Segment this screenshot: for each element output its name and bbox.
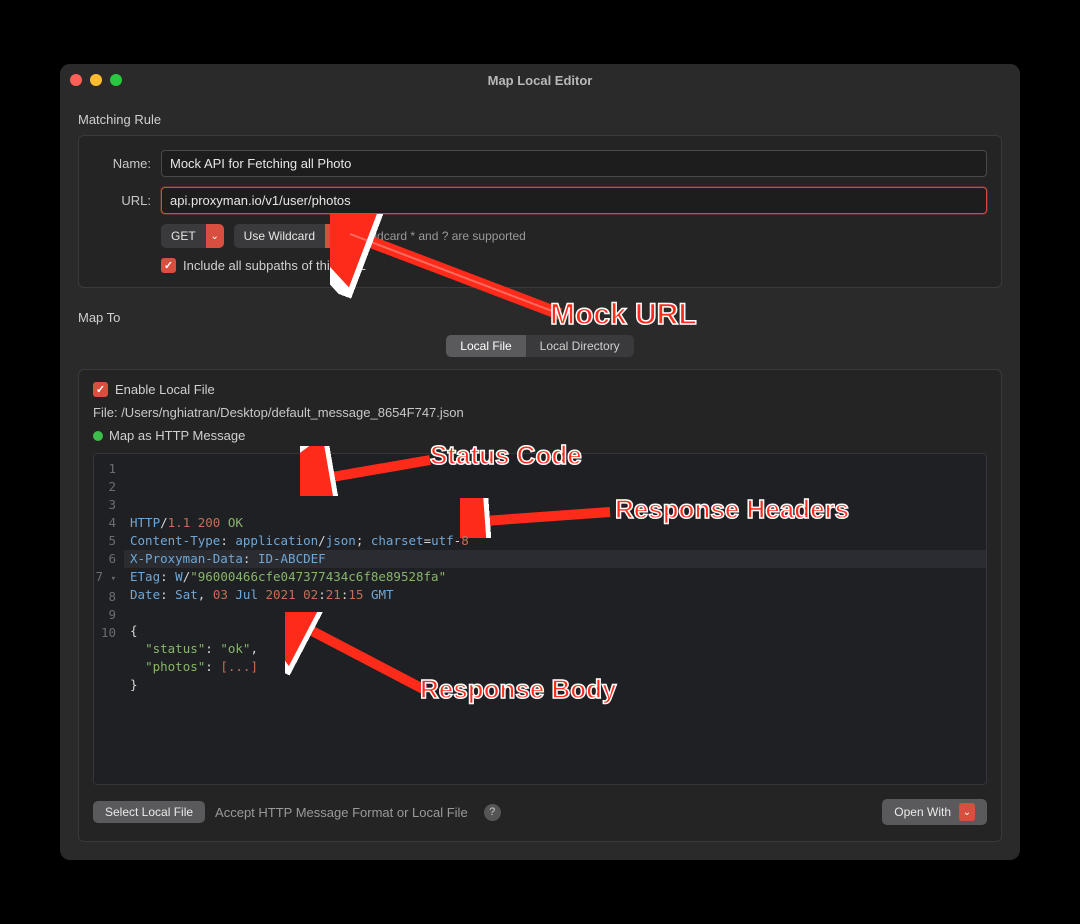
app-window: Map Local Editor Matching Rule Name: URL… bbox=[60, 64, 1020, 860]
matching-rule-panel: Name: URL: GET ⌄ Use Wildcard ⌄ wildcard… bbox=[78, 135, 1002, 288]
tab-local-file[interactable]: Local File bbox=[446, 335, 525, 357]
help-icon[interactable]: ? bbox=[484, 804, 501, 821]
gutter: 1 2 3 4 5 6 7 ▾ 8 9 10 bbox=[94, 454, 124, 784]
select-local-file-button[interactable]: Select Local File bbox=[93, 801, 205, 823]
line-number: 3 bbox=[94, 496, 116, 514]
name-input[interactable] bbox=[161, 150, 987, 177]
map-to-panel: ✓ Enable Local File File: /Users/nghiatr… bbox=[78, 369, 1002, 842]
include-subpaths-label: Include all subpaths of this URL bbox=[183, 258, 366, 273]
line-number: 8 bbox=[94, 588, 116, 606]
include-subpaths-checkbox[interactable]: ✓ bbox=[161, 258, 176, 273]
name-label: Name: bbox=[93, 156, 161, 171]
window-title: Map Local Editor bbox=[60, 73, 1020, 88]
line-number: 9 bbox=[94, 606, 116, 624]
wildcard-hint: wildcard * and ? are supported bbox=[363, 229, 526, 243]
line-number: 4 bbox=[94, 514, 116, 532]
chevron-updown-icon: ⌄ bbox=[325, 224, 343, 248]
url-input[interactable] bbox=[161, 187, 987, 214]
url-label: URL: bbox=[93, 193, 161, 208]
open-with-label: Open With bbox=[894, 805, 951, 819]
map-to-segmented: Local File Local Directory bbox=[446, 335, 633, 357]
chevron-down-icon: ⌄ bbox=[959, 803, 975, 821]
method-select[interactable]: GET ⌄ bbox=[161, 224, 224, 248]
tab-local-directory[interactable]: Local Directory bbox=[526, 335, 634, 357]
wildcard-select[interactable]: Use Wildcard ⌄ bbox=[234, 224, 343, 248]
http-editor[interactable]: 1 2 3 4 5 6 7 ▾ 8 9 10 HTTP/1.1 200 OK C… bbox=[93, 453, 987, 785]
fold-icon[interactable]: ▾ bbox=[111, 574, 116, 584]
bottom-hint: Accept HTTP Message Format or Local File bbox=[215, 805, 468, 820]
line-number: 7 bbox=[96, 569, 104, 584]
line-number: 6 bbox=[94, 550, 116, 568]
enable-local-file-label: Enable Local File bbox=[115, 382, 215, 397]
code-area[interactable]: HTTP/1.1 200 OK Content-Type: applicatio… bbox=[124, 454, 986, 784]
titlebar: Map Local Editor bbox=[60, 64, 1020, 96]
line-number: 2 bbox=[94, 478, 116, 496]
wildcard-select-value: Use Wildcard bbox=[234, 229, 325, 243]
matching-rule-heading: Matching Rule bbox=[78, 112, 1002, 127]
line-number: 10 bbox=[94, 624, 116, 642]
status-dot-icon bbox=[93, 431, 103, 441]
enable-local-file-checkbox[interactable]: ✓ bbox=[93, 382, 108, 397]
file-label: File: bbox=[93, 405, 118, 420]
line-number: 1 bbox=[94, 460, 116, 478]
map-to-heading: Map To bbox=[78, 310, 1002, 325]
line-number: 5 bbox=[94, 532, 116, 550]
file-path: /Users/nghiatran/Desktop/default_message… bbox=[121, 405, 464, 420]
open-with-button[interactable]: Open With ⌄ bbox=[882, 799, 987, 825]
select-local-file-label: Select Local File bbox=[105, 805, 193, 819]
map-as-http-label: Map as HTTP Message bbox=[109, 428, 245, 443]
chevron-updown-icon: ⌄ bbox=[206, 224, 224, 248]
method-select-value: GET bbox=[161, 229, 206, 243]
